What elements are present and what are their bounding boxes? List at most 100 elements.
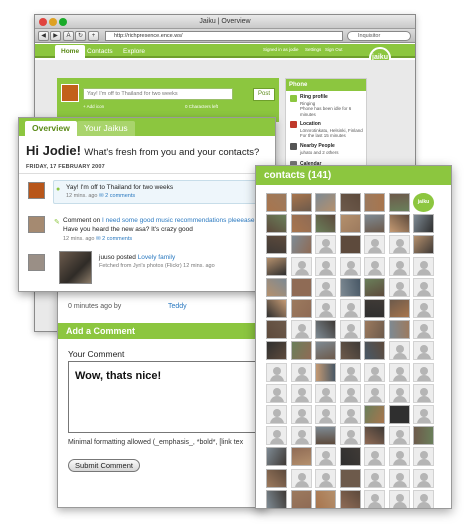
contact-avatar-placeholder-icon[interactable] <box>413 256 434 276</box>
contact-avatar-placeholder-icon[interactable] <box>339 426 361 446</box>
nav-tab-explore[interactable]: Explore <box>117 45 151 58</box>
contact-avatar-placeholder-icon[interactable] <box>364 256 385 276</box>
post-button[interactable]: Post <box>253 88 275 101</box>
add-icon-link[interactable]: + Add icon <box>83 104 104 109</box>
contact-avatar-placeholder-icon[interactable] <box>364 362 385 382</box>
contact-avatar[interactable] <box>315 426 336 446</box>
contact-avatar[interactable] <box>388 405 410 424</box>
contact-avatar-placeholder-icon[interactable] <box>388 489 410 508</box>
comment-textarea[interactable]: Wow, thats nice! <box>68 361 260 433</box>
contact-avatar[interactable] <box>290 447 312 467</box>
contact-avatar-placeholder-icon[interactable] <box>413 341 434 361</box>
entry-link[interactable]: Lovely family <box>138 254 176 261</box>
contact-avatar[interactable] <box>339 193 361 212</box>
contact-avatar[interactable] <box>315 320 336 340</box>
contact-avatar-placeholder-icon[interactable] <box>388 468 410 488</box>
address-bar[interactable]: http://richpresence.ence.ws/ <box>105 31 343 41</box>
contact-avatar-placeholder-icon[interactable] <box>290 320 312 340</box>
contact-avatar[interactable] <box>266 320 287 340</box>
contact-avatar-placeholder-icon[interactable] <box>413 320 434 340</box>
contact-avatar-placeholder-icon[interactable] <box>266 405 287 424</box>
jaiku-logo[interactable]: jaiku <box>413 193 434 212</box>
comments-link[interactable]: 2 comments <box>102 236 132 242</box>
contact-avatar[interactable] <box>266 468 287 488</box>
nav-tab-contacts[interactable]: Contacts <box>81 45 119 58</box>
contact-avatar[interactable] <box>364 193 385 212</box>
contact-avatar[interactable] <box>364 320 385 340</box>
contact-avatar-placeholder-icon[interactable] <box>290 468 312 488</box>
contact-avatar-placeholder-icon[interactable] <box>339 362 361 382</box>
previous-comment-author[interactable]: Teddy <box>168 303 187 310</box>
contact-avatar[interactable] <box>315 341 336 361</box>
contact-avatar[interactable] <box>388 320 410 340</box>
close-window-icon[interactable] <box>39 18 47 26</box>
comments-link[interactable]: 2 comments <box>105 193 135 199</box>
entry-link[interactable]: I need some good music recommendations p… <box>102 217 254 224</box>
sign-out-link[interactable]: Sign Out <box>325 47 343 52</box>
contact-avatar-placeholder-icon[interactable] <box>388 383 410 403</box>
contact-avatar[interactable] <box>266 299 287 318</box>
contact-avatar-placeholder-icon[interactable] <box>315 447 336 467</box>
contact-avatar[interactable] <box>364 405 385 424</box>
contact-avatar[interactable] <box>364 426 385 446</box>
contact-avatar[interactable] <box>364 341 385 361</box>
contact-avatar[interactable] <box>364 214 385 234</box>
contact-avatar-placeholder-icon[interactable] <box>388 341 410 361</box>
tab-your-jaikus[interactable]: Your Jaikus <box>77 121 135 136</box>
contact-avatar-placeholder-icon[interactable] <box>266 383 287 403</box>
contact-avatar-placeholder-icon[interactable] <box>388 362 410 382</box>
contact-avatar-placeholder-icon[interactable] <box>315 277 336 297</box>
contact-avatar[interactable] <box>339 489 361 508</box>
flickr-photo-thumbnail[interactable] <box>59 251 92 284</box>
contact-avatar[interactable] <box>315 193 336 212</box>
contact-avatar[interactable] <box>290 193 312 212</box>
search-field[interactable]: Inquisitor <box>347 31 411 41</box>
contact-avatar-placeholder-icon[interactable] <box>315 383 336 403</box>
contact-avatar-placeholder-icon[interactable] <box>266 362 287 382</box>
contact-avatar[interactable] <box>266 277 287 297</box>
contact-avatar-placeholder-icon[interactable] <box>413 405 434 424</box>
contact-avatar-placeholder-icon[interactable] <box>413 299 434 318</box>
back-arrow-icon[interactable]: ◀ <box>38 31 49 41</box>
contact-avatar[interactable] <box>413 235 434 255</box>
contact-avatar-placeholder-icon[interactable] <box>413 468 434 488</box>
submit-comment-button[interactable]: Submit Comment <box>68 459 140 472</box>
contact-avatar-placeholder-icon[interactable] <box>266 426 287 446</box>
contact-avatar[interactable] <box>266 489 287 508</box>
zoom-window-icon[interactable] <box>59 18 67 26</box>
contact-avatar[interactable] <box>290 341 312 361</box>
contact-avatar-placeholder-icon[interactable] <box>413 383 434 403</box>
text-smaller-icon[interactable]: A <box>63 31 74 41</box>
contact-avatar-placeholder-icon[interactable] <box>339 320 361 340</box>
contact-avatar[interactable] <box>315 489 336 508</box>
contact-avatar-placeholder-icon[interactable] <box>364 489 385 508</box>
contact-avatar-placeholder-icon[interactable] <box>364 468 385 488</box>
contact-avatar[interactable] <box>339 277 361 297</box>
contact-avatar[interactable] <box>388 214 410 234</box>
contact-avatar[interactable] <box>315 362 336 382</box>
contact-avatar-placeholder-icon[interactable] <box>315 405 336 424</box>
contact-avatar-placeholder-icon[interactable] <box>290 426 312 446</box>
contact-avatar[interactable] <box>266 447 287 467</box>
user-avatar[interactable] <box>28 182 45 199</box>
post-input[interactable]: Yay! I'm off to Thailand for two weeks <box>83 88 233 100</box>
contact-avatar[interactable] <box>339 341 361 361</box>
contact-avatar[interactable] <box>290 299 312 318</box>
feed-entry-text[interactable]: Yay! I'm off to Thailand for two weeks <box>66 183 173 192</box>
contact-avatar-placeholder-icon[interactable] <box>315 235 336 255</box>
contact-avatar-placeholder-icon[interactable] <box>388 277 410 297</box>
contact-avatar-placeholder-icon[interactable] <box>388 426 410 446</box>
contact-avatar[interactable] <box>290 235 312 255</box>
contact-avatar[interactable] <box>388 193 410 212</box>
contact-avatar-placeholder-icon[interactable] <box>315 299 336 318</box>
add-bookmark-icon[interactable]: + <box>88 31 99 41</box>
contact-avatar-placeholder-icon[interactable] <box>364 235 385 255</box>
contact-avatar-placeholder-icon[interactable] <box>290 383 312 403</box>
contact-avatar-placeholder-icon[interactable] <box>339 383 361 403</box>
contact-avatar[interactable] <box>266 214 287 234</box>
contact-avatar[interactable] <box>364 299 385 318</box>
contact-avatar-placeholder-icon[interactable] <box>388 256 410 276</box>
contact-avatar-placeholder-icon[interactable] <box>413 447 434 467</box>
contact-avatar-placeholder-icon[interactable] <box>339 405 361 424</box>
settings-link[interactable]: Settings <box>305 47 321 52</box>
